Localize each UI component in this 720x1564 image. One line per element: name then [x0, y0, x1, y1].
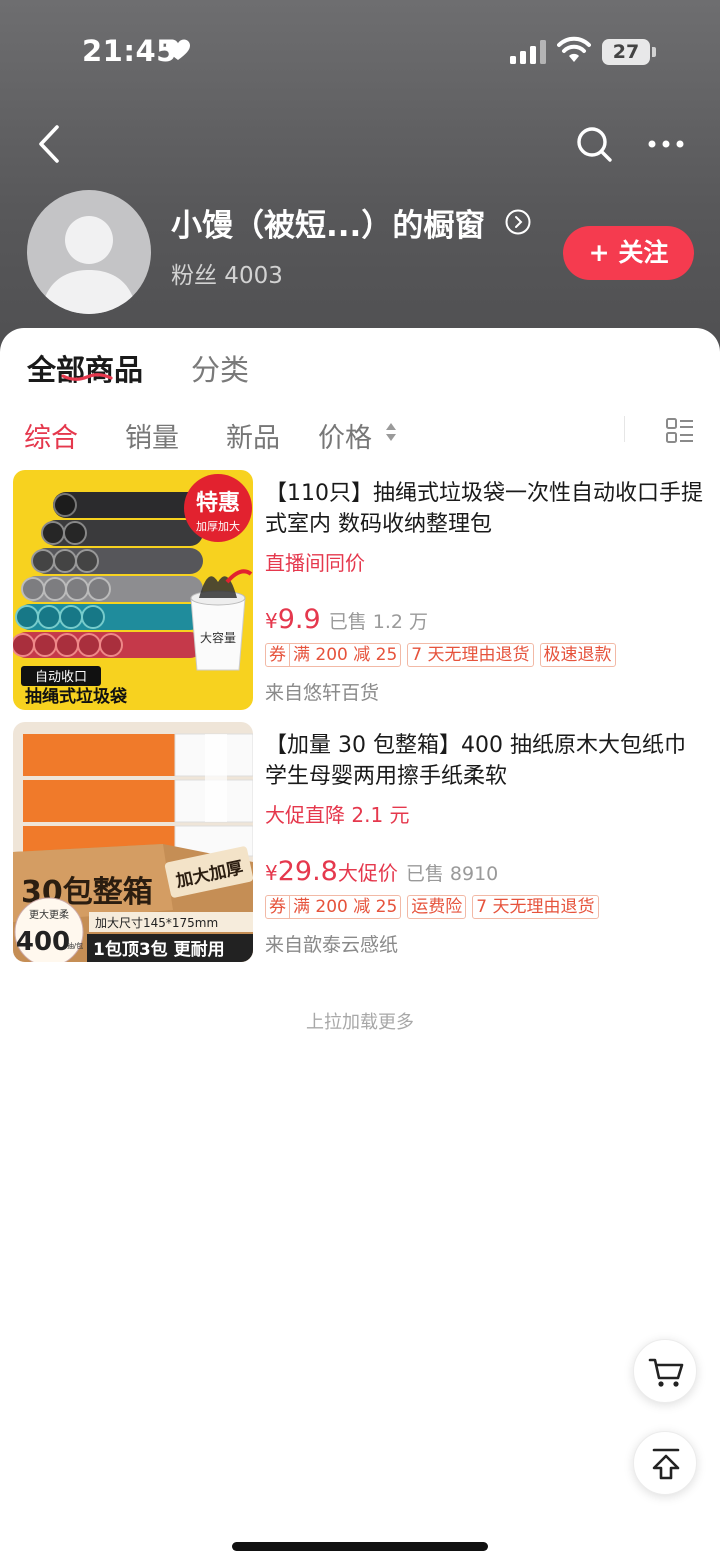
- price-symbol: ¥: [265, 861, 278, 885]
- service-tag: 7 天无理由退货: [407, 643, 534, 667]
- unit-text: 抽/包: [67, 941, 83, 950]
- heart-icon: [166, 39, 190, 60]
- sort-comprehensive[interactable]: 综合: [24, 416, 78, 455]
- home-indicator: [232, 1542, 488, 1551]
- sort-arrows-icon[interactable]: [385, 421, 397, 443]
- coupon-tag: 券满 200 减 25: [265, 643, 402, 667]
- product-promo: 直播间同价: [265, 551, 365, 575]
- more-icon[interactable]: [646, 126, 686, 162]
- service-tag: 7 天无理由退货: [472, 895, 599, 919]
- slogan: 1包顶3包 更耐用: [93, 939, 225, 960]
- price-symbol: ¥: [265, 609, 278, 633]
- caption-bottom: 抽绳式垃圾袋: [25, 686, 128, 707]
- product-image[interactable]: 特惠 加厚加大 大容量 自动收口 抽绳式垃圾袋: [13, 470, 253, 710]
- sold-count: 已售 1.2 万: [328, 611, 428, 633]
- coupon-prefix: 券: [269, 896, 290, 918]
- product-title[interactable]: 【110只】抽绳式垃圾袋一次性自动收口手提式室内 数码收纳整理包: [265, 478, 705, 540]
- price-value: 29.8: [277, 856, 338, 887]
- load-more-hint: 上拉加载更多: [306, 1012, 414, 1033]
- fans-count: 粉丝 4003: [171, 263, 283, 289]
- follow-button[interactable]: + 关注: [563, 226, 694, 280]
- product-tags: 券满 200 减 25 运费险 7 天无理由退货: [265, 895, 599, 919]
- tab-category[interactable]: 分类: [191, 347, 249, 389]
- battery-level: 27: [602, 39, 650, 65]
- service-tag: 运费险: [407, 895, 467, 919]
- coupon-text: 满 200 减 25: [293, 897, 398, 917]
- product-promo: 大促直降 2.1 元: [265, 803, 410, 827]
- status-time: 21:45: [82, 34, 177, 68]
- wifi-icon: [557, 36, 591, 62]
- product-list-panel: 全部商品 分类 综合 销量 新品 价格 特惠 加厚加大 大容量 自动收口 抽绳式…: [0, 328, 720, 1564]
- coupon-prefix: 券: [269, 644, 290, 666]
- badge-title: 特惠: [196, 490, 240, 516]
- back-icon[interactable]: [30, 122, 70, 166]
- product-tags: 券满 200 减 25 7 天无理由退货 极速退款: [265, 643, 616, 667]
- price-suffix: 大促价: [337, 861, 398, 885]
- coupon-text: 满 200 减 25: [293, 645, 398, 665]
- back-to-top-icon: [652, 1448, 680, 1480]
- status-bar: 21:45 27: [0, 0, 720, 100]
- sort-sales[interactable]: 销量: [125, 416, 179, 455]
- search-icon[interactable]: [574, 124, 614, 164]
- service-tag: 极速退款: [539, 643, 616, 667]
- bucket-label: 大容量: [200, 630, 236, 645]
- sort-price[interactable]: 价格: [318, 416, 372, 455]
- shop-name[interactable]: 小馒（被短...）的橱窗: [171, 200, 485, 245]
- avatar[interactable]: [27, 190, 151, 314]
- coupon-tag: 券满 200 减 25: [265, 895, 402, 919]
- signal-icon: [510, 40, 546, 64]
- size-text: 加大尺寸145*175mm: [95, 916, 218, 930]
- tissue-box-image: 30包整箱 加大加厚 加大尺寸145*175mm 1包顶3包 更耐用 更大更柔 …: [13, 722, 253, 962]
- store-name[interactable]: 来自悠轩百货: [265, 678, 379, 705]
- tab-active-indicator: [61, 373, 113, 381]
- battery-tip: [652, 47, 656, 57]
- product-image[interactable]: 30包整箱 加大加厚 加大尺寸145*175mm 1包顶3包 更耐用 更大更柔 …: [13, 722, 253, 962]
- product-card[interactable]: 30包整箱 加大加厚 加大尺寸145*175mm 1包顶3包 更耐用 更大更柔 …: [0, 722, 720, 962]
- big-number: 400: [16, 927, 70, 957]
- default-avatar-icon: [41, 216, 137, 314]
- trash-bag-image: 特惠 加厚加大 大容量 自动收口 抽绳式垃圾袋: [13, 470, 253, 710]
- cart-icon: [648, 1358, 684, 1387]
- sort-new[interactable]: 新品: [226, 416, 280, 455]
- product-title[interactable]: 【加量 30 包整箱】400 抽纸原木大包纸巾学生母婴两用擦手纸柔软: [265, 730, 705, 792]
- caption-top: 自动收口: [35, 670, 87, 685]
- back-to-top-button[interactable]: [633, 1431, 697, 1495]
- tab-all-products[interactable]: 全部商品: [27, 347, 143, 389]
- chevron-right-icon[interactable]: [505, 209, 531, 235]
- badge-sub: 加厚加大: [196, 519, 240, 533]
- store-name[interactable]: 来自歆泰云感纸: [265, 930, 398, 957]
- product-card[interactable]: 特惠 加厚加大 大容量 自动收口 抽绳式垃圾袋 【110只】抽绳式垃圾袋一次性自…: [0, 470, 720, 710]
- sort-divider: [624, 416, 625, 442]
- product-price-row: ¥29.8大促价 已售 8910: [265, 856, 498, 887]
- soft-text: 更大更柔: [29, 908, 69, 921]
- price-value: 9.9: [277, 604, 321, 635]
- sold-count: 已售 8910: [405, 863, 499, 885]
- product-price-row: ¥9.9 已售 1.2 万: [265, 604, 428, 635]
- list-layout-icon[interactable]: [666, 418, 694, 444]
- cart-button[interactable]: [633, 1339, 697, 1403]
